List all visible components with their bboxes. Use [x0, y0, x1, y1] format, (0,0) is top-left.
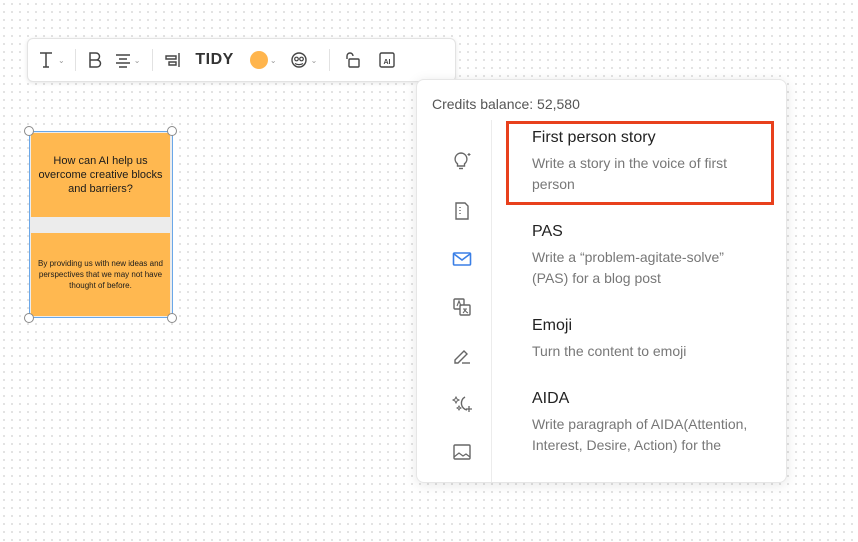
- bold-icon: [88, 52, 101, 68]
- mail-icon[interactable]: [451, 248, 473, 270]
- resize-handle-bottom-right[interactable]: [167, 313, 177, 323]
- prompt-item-first-person-story[interactable]: First person story Write a story in the …: [532, 129, 752, 195]
- divider: [152, 49, 154, 71]
- category-sidebar: [417, 120, 492, 482]
- ai-prompt-panel: Credits balance: 52,580 First person sto…: [416, 79, 787, 483]
- unlock-icon: [346, 52, 360, 68]
- lightbulb-icon[interactable]: [451, 150, 473, 172]
- fill-color-button[interactable]: ⌄: [244, 45, 283, 75]
- prompt-description: Write a “problem-agitate-solve” (PAS) fo…: [532, 249, 724, 286]
- prompt-item-aida[interactable]: AIDA Write paragraph of AIDA(Attention, …: [532, 390, 752, 456]
- chevron-down-icon: ⌄: [133, 55, 141, 65]
- prompt-item-emoji[interactable]: Emoji Turn the content to emoji: [532, 317, 752, 362]
- prompt-item-pas[interactable]: PAS Write a “problem-agitate-solve” (PAS…: [532, 223, 752, 289]
- ai-button[interactable]: AI: [370, 45, 404, 75]
- chevron-down-icon: ⌄: [269, 55, 277, 65]
- layout-align-button[interactable]: [159, 45, 185, 75]
- sticky-question-text: How can AI help us overcome creative blo…: [38, 155, 163, 195]
- color-swatch: [249, 51, 268, 69]
- prompt-title: First person story: [532, 129, 656, 146]
- credits-balance: Credits balance: 52,580: [432, 96, 580, 112]
- image-icon[interactable]: [451, 441, 473, 463]
- ai-square-icon: AI: [379, 52, 395, 68]
- sticky-note-question[interactable]: How can AI help us overcome creative blo…: [31, 133, 170, 217]
- edit-pen-icon[interactable]: [451, 345, 473, 367]
- resize-handle-top-right[interactable]: [167, 126, 177, 136]
- selected-sticky-group[interactable]: How can AI help us overcome creative blo…: [29, 131, 173, 318]
- magic-wand-icon[interactable]: [451, 393, 473, 415]
- resize-handle-top-left[interactable]: [24, 126, 34, 136]
- text-style-button[interactable]: ⌄: [32, 45, 69, 75]
- sticker-style-button[interactable]: ⌄: [283, 45, 324, 75]
- prompt-description: Write paragraph of AIDA(Attention, Inter…: [532, 416, 748, 453]
- align-center-icon: [115, 54, 130, 68]
- prompt-title: PAS: [532, 223, 563, 240]
- sticky-note-answer[interactable]: By providing us with new ideas and persp…: [31, 233, 170, 316]
- align-button[interactable]: ⌄: [108, 45, 147, 75]
- bold-button[interactable]: [82, 45, 108, 75]
- sticker-style-icon: [290, 52, 307, 68]
- svg-text:AI: AI: [384, 59, 391, 66]
- chevron-down-icon: ⌄: [58, 55, 65, 65]
- prompt-description: Write a story in the voice of first pers…: [532, 155, 728, 192]
- document-icon[interactable]: [451, 200, 473, 222]
- divider: [329, 49, 331, 71]
- prompt-title: Emoji: [532, 317, 573, 334]
- tidy-button[interactable]: TIDY: [185, 45, 243, 75]
- translate-icon[interactable]: [451, 296, 473, 318]
- prompt-description: Turn the content to emoji: [532, 343, 687, 359]
- format-toolbar: ⌄ ⌄ TIDY ⌄ ⌄ AI: [27, 38, 456, 82]
- lock-button[interactable]: [336, 45, 370, 75]
- divider: [74, 49, 76, 71]
- text-icon: [40, 52, 52, 68]
- prompt-title: AIDA: [532, 390, 570, 407]
- sticky-answer-text: By providing us with new ideas and persp…: [38, 259, 163, 290]
- align-right-icon: [165, 53, 181, 67]
- resize-handle-bottom-left[interactable]: [24, 313, 34, 323]
- chevron-down-icon: ⌄: [310, 55, 318, 65]
